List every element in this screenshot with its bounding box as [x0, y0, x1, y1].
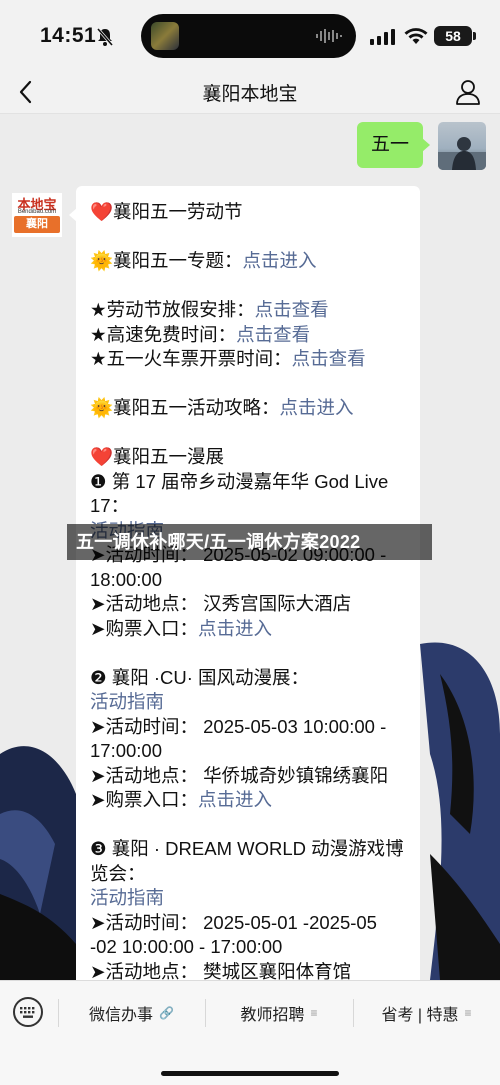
menu-teacher-recruitment-label: 教师招聘 — [240, 1007, 305, 1024]
chat-title: 襄阳本地宝 — [202, 84, 298, 105]
bot-message-bubble: ❤️襄阳五一劳动节 🌞襄阳五一专题：点击进入 ★劳动节放假安排：点击查看 ★高速… — [69, 186, 420, 981]
highway-link[interactable]: 点击查看 — [236, 324, 310, 345]
highway-label: ★高速免费时间： — [90, 323, 237, 345]
now-playing-artwork — [151, 22, 179, 50]
topic-label: 🌞襄阳五一专题： — [90, 250, 243, 271]
event2-guide-link[interactable]: 活动指南 — [90, 690, 408, 715]
event1-ticket-link[interactable]: 点击进入 — [198, 618, 272, 639]
menu-exam-offers[interactable]: 省考 | 特惠 ≡ — [353, 981, 500, 1045]
link-icon: 🔗 — [159, 1006, 174, 1020]
line-train: ★五一火车票开票时间：点击查看 — [90, 347, 408, 372]
holiday-link[interactable]: 点击查看 — [255, 299, 329, 320]
train-link[interactable]: 点击查看 — [292, 348, 366, 369]
bell-mute-icon — [96, 28, 114, 46]
topic-link[interactable]: 点击进入 — [243, 250, 317, 271]
submenu-icon: ≡ — [464, 1006, 472, 1020]
dynamic-island — [141, 14, 356, 58]
line-guide: 🌞襄阳五一活动攻略：点击进入 — [90, 396, 408, 421]
holiday-label: ★劳动节放假安排： — [90, 299, 255, 320]
menu-wechat-services-label: 微信办事 — [89, 1007, 154, 1024]
wifi-icon — [404, 28, 428, 44]
event2-ticket-link[interactable]: 点击进入 — [198, 789, 272, 810]
event3-time: ➤活动时间： 2025-05-01 -2025-05 -02 10:00:00 … — [90, 911, 377, 958]
home-indicator[interactable] — [161, 1071, 339, 1076]
menu-exam-offers-label: 省考 | 特惠 — [381, 1007, 459, 1024]
event2-title: ❷ 襄阳 ·CU· 国风动漫展： — [90, 666, 310, 688]
submenu-icon: ≡ — [310, 1006, 318, 1020]
event3-guide-link[interactable]: 活动指南 — [90, 886, 408, 911]
line-labor-day: ❤️襄阳五一劳动节 — [90, 201, 243, 222]
event2-ticket-label: ➤购票入口： — [90, 789, 199, 810]
bottom-menu-bar: 微信办事 🔗 教师招聘 ≡ 省考 | 特惠 ≡ — [0, 980, 500, 1085]
user-message-bubble[interactable]: 五一 — [357, 122, 430, 168]
line-holiday: ★劳动节放假安排：点击查看 — [90, 298, 408, 323]
bot-logo-subtext: Bendibao.com — [17, 209, 57, 215]
event3-title: ❸ 襄阳 · DREAM WORLD 动漫游戏博览会： — [90, 838, 404, 884]
line-topic: 🌞襄阳五一专题：点击进入 — [90, 249, 408, 274]
guide-link[interactable]: 点击进入 — [280, 397, 354, 418]
event1-title: ❶ 第 17 届帝乡动漫嘉年华 God Live 17： — [90, 470, 389, 517]
train-label: ★五一火车票开票时间： — [90, 348, 292, 369]
line-comic-expo: ❤️襄阳五一漫展 — [90, 446, 225, 467]
nav-bar: 襄阳本地宝 — [0, 70, 500, 114]
user-avatar[interactable] — [438, 122, 486, 170]
bot-avatar[interactable]: 本地宝 Bendibao.com 襄阳 — [12, 193, 62, 237]
keyboard-toggle-icon[interactable] — [12, 996, 44, 1028]
event2-time: ➤活动时间： 2025-05-03 10:00:00 - 17:00:00 — [90, 715, 387, 762]
audio-wave-icon — [316, 29, 342, 43]
menu-wechat-services[interactable]: 微信办事 🔗 — [58, 981, 205, 1045]
cellular-signal-icon — [370, 29, 395, 45]
event1-place: ➤活动地点： 汉秀宫国际大酒店 — [90, 593, 352, 614]
event3-place: ➤活动地点： 樊城区襄阳体育馆 — [90, 960, 352, 981]
line-highway: ★高速免费时间：点击查看 — [90, 323, 408, 348]
status-time: 14:51 — [40, 24, 97, 47]
watermark-banner: 五一调休补哪天/五一调休方案2022 — [67, 524, 432, 560]
bot-logo-badge: 襄阳 — [14, 216, 60, 233]
event1-ticket-label: ➤购票入口： — [90, 617, 199, 639]
status-bar: 14:51 58 — [0, 0, 500, 70]
event2-place: ➤活动地点： 华侨城奇妙镇锦绣襄阳 — [90, 764, 389, 786]
battery-indicator: 58 — [434, 26, 472, 46]
event2-ticket: ➤购票入口：点击进入 — [90, 788, 408, 813]
guide-label: 🌞襄阳五一活动攻略： — [90, 397, 280, 418]
menu-teacher-recruitment[interactable]: 教师招聘 ≡ — [205, 981, 353, 1045]
user-avatar-photo — [438, 137, 486, 170]
battery-tip — [473, 32, 476, 40]
profile-icon[interactable] — [454, 78, 482, 106]
event1-ticket: ➤购票入口：点击进入 — [90, 617, 408, 642]
